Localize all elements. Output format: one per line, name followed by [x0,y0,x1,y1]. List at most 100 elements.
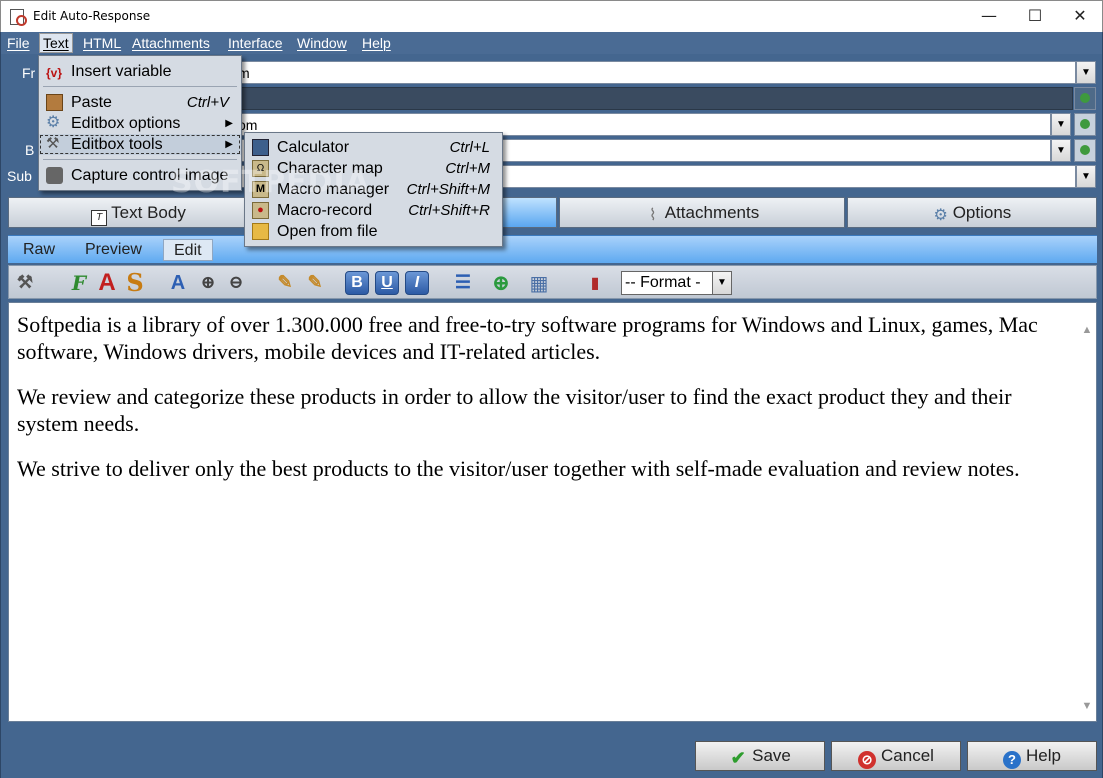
bold-icon[interactable]: B [345,271,369,295]
font-color-icon[interactable]: A [164,269,192,297]
from-label: Fr [22,65,36,81]
style-icon[interactable]: S [121,269,149,297]
calculator-icon [252,139,269,156]
record-icon: ● [252,202,269,219]
cc-contacts-button[interactable] [1074,113,1096,136]
menu-item-label: Editbox tools [71,136,163,153]
menu-attachments[interactable]: Attachments [132,35,210,51]
subtab-raw[interactable]: Raw [13,239,65,261]
font-icon[interactable]: F [65,269,93,297]
gear-icon: ⚙ [933,207,948,224]
title-bar: Edit Auto-Response — ☐ ✕ [0,0,1103,32]
menu-item-paste[interactable]: Paste Ctrl+V [39,92,241,113]
menu-file[interactable]: File [7,35,30,51]
menu-item-shortcut: Ctrl+Shift+R [408,202,490,219]
folder-icon [252,223,269,240]
submenu-arrow-icon: ▶ [225,118,233,129]
editor-area[interactable]: Softpedia is a library of over 1.300.000… [8,302,1097,722]
menubar: File Text HTML Attachments Interface Win… [1,32,1102,54]
foreground-color-icon[interactable]: ✎ [301,269,329,297]
app-window: File Text HTML Attachments Interface Win… [0,32,1103,778]
to-contacts-button[interactable] [1074,87,1096,110]
camera-icon [46,167,63,184]
editor-paragraph: We strive to deliver only the best produ… [17,456,1020,481]
menu-item-label: Calculator [277,139,350,156]
menu-text[interactable]: Text [39,33,73,53]
menu-item-shortcut: Ctrl+V [186,94,229,111]
menu-interface[interactable]: Interface [228,35,282,51]
subject-dropdown-button[interactable]: ▼ [1076,165,1096,188]
from-field[interactable]: m [233,61,1076,84]
menu-html[interactable]: HTML [83,35,121,51]
subject-label: Sub [7,168,32,184]
menu-item-shortcut: Ctrl+L [449,139,490,156]
app-icon [10,9,27,26]
checkmark-icon: ✔ [730,748,746,768]
bcc-dropdown-button[interactable]: ▼ [1051,139,1071,162]
editor-toolbar: ⚒ F A S A ⊕ ⊖ ✎ ✎ B U I ☰ ⊕ ▦ ▮ -- Forma… [8,265,1097,299]
tools-icon[interactable]: ⚒ [11,269,39,297]
subtab-preview[interactable]: Preview [75,239,152,261]
scroll-down-icon[interactable]: ▼ [1080,693,1094,712]
tab-options[interactable]: ⚙ Options [847,197,1097,228]
watermark: SOFTPEDIA [171,165,370,200]
help-label: Help [1026,746,1061,765]
save-button[interactable]: ✔ Save [695,741,825,771]
italic-icon[interactable]: I [405,271,429,295]
menu-item-calculator[interactable]: Calculator Ctrl+L [245,137,502,158]
background-color-icon[interactable]: ✎ [271,269,299,297]
tools-icon: ⚒ [46,135,60,152]
to-field[interactable] [233,87,1073,110]
insert-icon[interactable]: ⊕ [487,269,515,297]
menu-item-macro-record[interactable]: ● Macro-record Ctrl+Shift+R [245,200,502,221]
tab-text-body[interactable]: T Text Body [8,197,269,228]
editor-paragraph: Softpedia is a library of over 1.300.000… [17,312,1038,364]
menu-separator [43,86,237,87]
maximize-button[interactable]: ☐ [1012,1,1058,32]
scroll-up-icon[interactable]: ▲ [1080,317,1094,336]
menu-window[interactable]: Window [297,35,347,51]
tab-options-label: Options [952,203,1012,222]
paste-icon [46,94,63,111]
variable-icon: {v} [46,66,63,80]
bcc-contacts-button[interactable] [1074,139,1096,162]
menu-item-label: Open from file [277,223,378,240]
menu-item-editbox-tools[interactable]: ⚒ Editbox tools ▶ [39,134,241,155]
menu-item-open-from-file[interactable]: Open from file [245,221,502,242]
text-body-icon: T [91,210,108,226]
font-size-icon[interactable]: A [93,269,121,297]
from-dropdown-button[interactable]: ▼ [1076,61,1096,84]
zoom-out-icon[interactable]: ⊖ [222,269,250,297]
tab-text-body-label: Text Body [111,203,186,222]
format-select[interactable]: -- Format - [621,271,721,295]
menu-item-shortcut: Ctrl+Shift+M [406,181,490,198]
menu-item-label: Editbox options [71,115,181,132]
menu-item-shortcut: Ctrl+M [445,160,490,177]
editor-scrollbar[interactable]: ▲ ▼ [1078,303,1096,721]
spellcheck-icon[interactable]: ▮ [581,269,609,297]
save-label: Save [752,746,791,765]
align-icon[interactable]: ☰ [449,269,477,297]
window-title: Edit Auto-Response [33,9,151,23]
table-icon[interactable]: ▦ [525,269,553,297]
menu-help[interactable]: Help [362,35,391,51]
tab-attachments[interactable]: ⌇ Attachments [559,197,845,228]
cancel-button[interactable]: ⊘ Cancel [831,741,961,771]
minimize-button[interactable]: — [966,1,1012,32]
paperclip-icon: ⌇ [648,207,657,224]
menu-item-insert-variable[interactable]: {v} Insert variable [39,61,241,82]
submenu-arrow-icon: ▶ [225,139,233,150]
menu-separator [43,159,237,160]
subtab-edit[interactable]: Edit [163,239,213,261]
zoom-in-icon[interactable]: ⊕ [194,269,222,297]
menu-item-editbox-options[interactable]: ⚙ Editbox options ▶ [39,113,241,134]
gear-icon: ⚙ [46,114,61,131]
menu-item-label: Paste [71,94,112,111]
format-dropdown-button[interactable]: ▼ [712,271,732,295]
cc-dropdown-button[interactable]: ▼ [1051,113,1071,136]
cancel-label: Cancel [881,746,934,765]
help-button[interactable]: ? Help [967,741,1097,771]
bcc-label: B [25,142,35,158]
close-button[interactable]: ✕ [1057,1,1103,32]
underline-icon[interactable]: U [375,271,399,295]
